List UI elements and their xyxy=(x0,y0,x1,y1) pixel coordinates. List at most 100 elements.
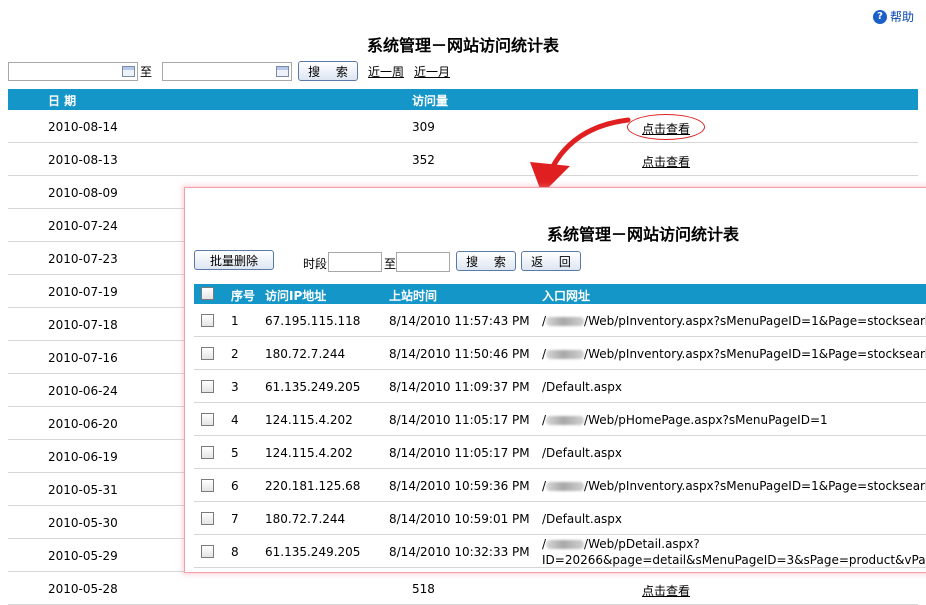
table-row: 7 180.72.7.244 8/14/2010 10:59:01 PM/Defau… xyxy=(194,502,926,535)
row-date: 2010-05-31 xyxy=(48,483,118,497)
redacted-blur xyxy=(546,416,585,425)
detail-search-button[interactable]: 搜 索 xyxy=(456,251,516,271)
row-date: 2010-05-30 xyxy=(48,516,118,530)
row-url: /Default.aspx xyxy=(542,380,622,394)
period-start-input[interactable] xyxy=(328,252,382,272)
column-time: 上站时间 xyxy=(389,289,438,303)
row-checkbox[interactable] xyxy=(201,446,214,459)
view-details-link[interactable]: 点击查看 xyxy=(642,582,690,599)
row-visits: 309 xyxy=(412,120,435,134)
table-row: 8 61.135.249.205 8/14/2010 10:32:33 PM //We… xyxy=(194,535,926,568)
table-row: 1 67.195.115.118 8/14/2010 11:57:43 PM //We… xyxy=(194,304,926,337)
help-link[interactable]: ? 帮助 xyxy=(872,8,914,25)
row-date: 2010-08-13 xyxy=(48,153,118,167)
url-text: /Default.aspx xyxy=(542,446,623,460)
filter-toolbar: 至 搜 索 近一周 近一月 xyxy=(8,61,450,81)
help-icon: ? xyxy=(872,9,887,24)
row-checkbox[interactable] xyxy=(201,380,214,393)
row-no: 3 xyxy=(231,380,239,394)
url-text: /Web/pInventory.aspx?sMenuPageID=1&Page=… xyxy=(584,314,926,328)
row-date: 2010-07-19 xyxy=(48,285,118,299)
start-date-input[interactable] xyxy=(8,61,138,81)
table-row: 2010-08-13 352 点击查看 xyxy=(8,143,918,176)
table-row: 2 180.72.7.244 8/14/2010 11:50:46 PM //Web/… xyxy=(194,337,926,370)
row-url: //Web/pInventory.aspx?sMenuPageID=1&Page… xyxy=(542,347,926,361)
row-no: 5 xyxy=(231,446,239,460)
row-date: 2010-08-14 xyxy=(48,120,118,134)
select-all-checkbox[interactable] xyxy=(201,287,214,300)
row-ip: 220.181.125.68 xyxy=(265,479,361,493)
column-url: 入口网址 xyxy=(542,289,591,303)
row-date: 2010-07-24 xyxy=(48,219,118,233)
row-no: 8 xyxy=(231,545,239,559)
row-visits: 352 xyxy=(412,153,435,167)
row-visits: 518 xyxy=(412,582,435,596)
redacted-blur xyxy=(546,540,585,549)
row-date: 2010-06-24 xyxy=(48,384,118,398)
period-label: 时段 xyxy=(303,257,328,271)
url-text: /Default.aspx xyxy=(542,380,623,394)
row-time: 8/14/2010 11:09:37 PM xyxy=(389,380,530,394)
row-time: 8/14/2010 10:59:36 PM xyxy=(389,479,530,493)
back-button[interactable]: 返 回 xyxy=(521,251,581,271)
help-label: 帮助 xyxy=(889,10,914,24)
row-checkbox[interactable] xyxy=(201,479,214,492)
row-url-continued: ID=20266&page=detail&sMenuPageID=3&sPage… xyxy=(542,553,926,567)
to-label: 至 xyxy=(140,64,153,79)
row-ip: 124.115.4.202 xyxy=(265,446,353,460)
table-row: 2010-08-14 309 点击查看 xyxy=(8,110,918,143)
row-no: 1 xyxy=(231,314,239,328)
stats-table-header: 日 期 访问量 xyxy=(8,89,918,110)
row-no: 4 xyxy=(231,413,239,427)
period-end-input[interactable] xyxy=(396,252,450,272)
table-row: 6 220.181.125.68 8/14/2010 10:59:36 PM //We… xyxy=(194,469,926,502)
calendar-icon[interactable] xyxy=(276,65,290,77)
detail-toolbar: 批量删除 时段 至 搜 索 返 回 xyxy=(194,250,926,274)
row-url: /Default.aspx xyxy=(542,446,622,460)
table-row: 4 124.115.4.202 8/14/2010 11:05:17 PM //Web… xyxy=(194,403,926,436)
end-date-input[interactable] xyxy=(162,61,293,81)
row-ip: 61.135.249.205 xyxy=(265,380,361,394)
row-checkbox[interactable] xyxy=(201,347,214,360)
row-no: 2 xyxy=(231,347,239,361)
row-date: 2010-05-28 xyxy=(48,582,118,596)
row-no: 7 xyxy=(231,512,239,526)
row-checkbox[interactable] xyxy=(201,314,214,327)
search-button[interactable]: 搜 索 xyxy=(298,61,359,81)
row-checkbox[interactable] xyxy=(201,413,214,426)
row-url: //Web/pInventory.aspx?sMenuPageID=1&Page… xyxy=(542,479,926,493)
redacted-blur xyxy=(546,350,585,359)
calendar-icon[interactable] xyxy=(122,65,135,77)
row-checkbox[interactable] xyxy=(201,512,214,525)
view-details-link[interactable]: 点击查看 xyxy=(642,153,690,170)
row-date: 2010-05-29 xyxy=(48,549,118,563)
table-row: 5 124.115.4.202 8/14/2010 11:05:17 PM/Defa… xyxy=(194,436,926,469)
page-title: 系统管理－网站访问统计表 xyxy=(366,36,559,55)
row-time: 8/14/2010 11:57:43 PM xyxy=(389,314,530,328)
row-url: /Default.aspx xyxy=(542,512,622,526)
last-month-link[interactable]: 近一月 xyxy=(414,63,450,80)
url-text: /Web/pInventory.aspx?sMenuPageID=1&Page=… xyxy=(584,347,926,361)
row-date: 2010-07-18 xyxy=(48,318,118,332)
row-ip: 124.115.4.202 xyxy=(265,413,353,427)
row-url: //Web/pDetail.aspx? xyxy=(542,537,700,551)
url-text: /Web/pDetail.aspx? xyxy=(584,537,700,551)
row-ip: 61.135.249.205 xyxy=(265,545,361,559)
column-ip: 访问IP地址 xyxy=(265,289,327,303)
row-url: //Web/pInventory.aspx?sMenuPageID=1&Page… xyxy=(542,314,926,328)
visit-detail-panel: 系统管理－网站访问统计表 批量删除 时段 至 搜 索 返 回 序号 访问IP地址… xyxy=(184,187,926,573)
column-date: 日 期 xyxy=(48,94,77,108)
row-ip: 180.72.7.244 xyxy=(265,512,346,526)
pointer-arrow xyxy=(530,117,631,194)
last-week-link[interactable]: 近一周 xyxy=(368,63,404,80)
row-ip: 67.195.115.118 xyxy=(265,314,361,328)
row-checkbox[interactable] xyxy=(201,545,214,558)
row-date: 2010-06-20 xyxy=(48,417,118,431)
row-time: 8/14/2010 10:32:33 PM xyxy=(389,545,530,559)
batch-delete-button[interactable]: 批量删除 xyxy=(194,250,274,270)
redacted-blur xyxy=(546,317,585,326)
row-time: 8/14/2010 10:59:01 PM xyxy=(389,512,530,526)
row-ip: 180.72.7.244 xyxy=(265,347,346,361)
column-visits: 访问量 xyxy=(412,94,449,108)
row-url: //Web/pHomePage.aspx?sMenuPageID=1 xyxy=(542,413,828,427)
